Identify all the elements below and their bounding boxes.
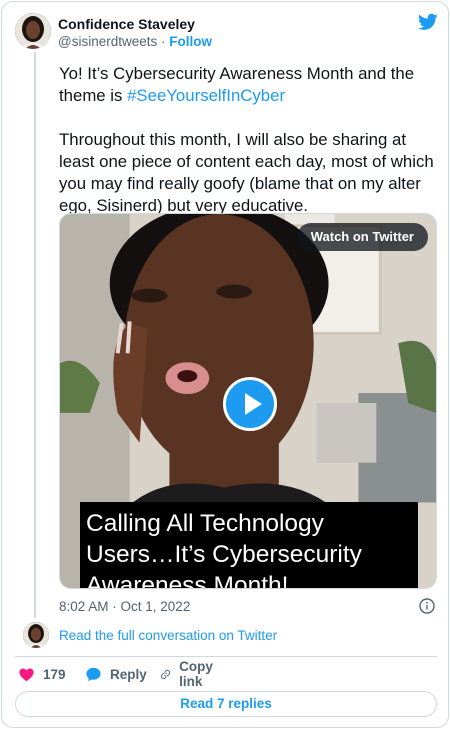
read-conversation-link[interactable]: Read the full conversation on Twitter — [59, 628, 277, 643]
tweet-paragraph-2: Throughout this month, I will also be sh… — [59, 130, 434, 215]
author-avatar-small[interactable] — [23, 622, 49, 648]
info-icon[interactable] — [419, 598, 435, 614]
copy-link-button[interactable]: Copy link — [160, 659, 219, 689]
video-caption: Calling All Technology Users…It’s Cybers… — [80, 502, 418, 589]
author-handle[interactable]: @sisinerdtweets — [58, 34, 157, 49]
link-icon — [160, 669, 171, 679]
author-handle-row: @sisinerdtweets · Follow — [58, 34, 212, 49]
play-icon[interactable] — [223, 377, 277, 431]
caption-line: Calling All Technology — [86, 510, 324, 537]
author-avatar[interactable] — [15, 13, 51, 49]
reply-button[interactable]: Reply — [85, 665, 147, 683]
follow-button[interactable]: Follow — [169, 34, 212, 49]
heart-icon — [19, 668, 34, 681]
thread-line — [34, 52, 36, 618]
like-count: 179 — [43, 666, 66, 682]
reply-label: Reply — [110, 666, 147, 682]
copy-link-label: Copy link — [179, 659, 213, 689]
author-name[interactable]: Confidence Staveley — [58, 16, 195, 32]
caption-line: Awareness Month! — [86, 572, 289, 589]
divider — [15, 656, 437, 657]
twitter-bird-icon[interactable] — [418, 13, 438, 31]
like-button[interactable]: 179 — [18, 665, 66, 683]
tweet-embed-card: Confidence Staveley @sisinerdtweets · Fo… — [1, 1, 449, 728]
caption-line: Users…It’s Cybersecurity — [86, 541, 362, 568]
watch-on-twitter-button[interactable]: Watch on Twitter — [296, 223, 428, 251]
hashtag-link[interactable]: #SeeYourselfInCyber — [127, 86, 285, 105]
separator: · — [157, 34, 170, 49]
tweet-timestamp[interactable]: 8:02 AM · Oct 1, 2022 — [59, 599, 190, 614]
read-replies-button[interactable]: Read 7 replies — [15, 691, 437, 717]
video-media[interactable]: Watch on Twitter Calling All Technology … — [59, 213, 437, 589]
reply-bubble-icon — [86, 667, 101, 681]
tweet-paragraph-1: Yo! It’s Cybersecurity Awareness Month a… — [59, 63, 437, 107]
